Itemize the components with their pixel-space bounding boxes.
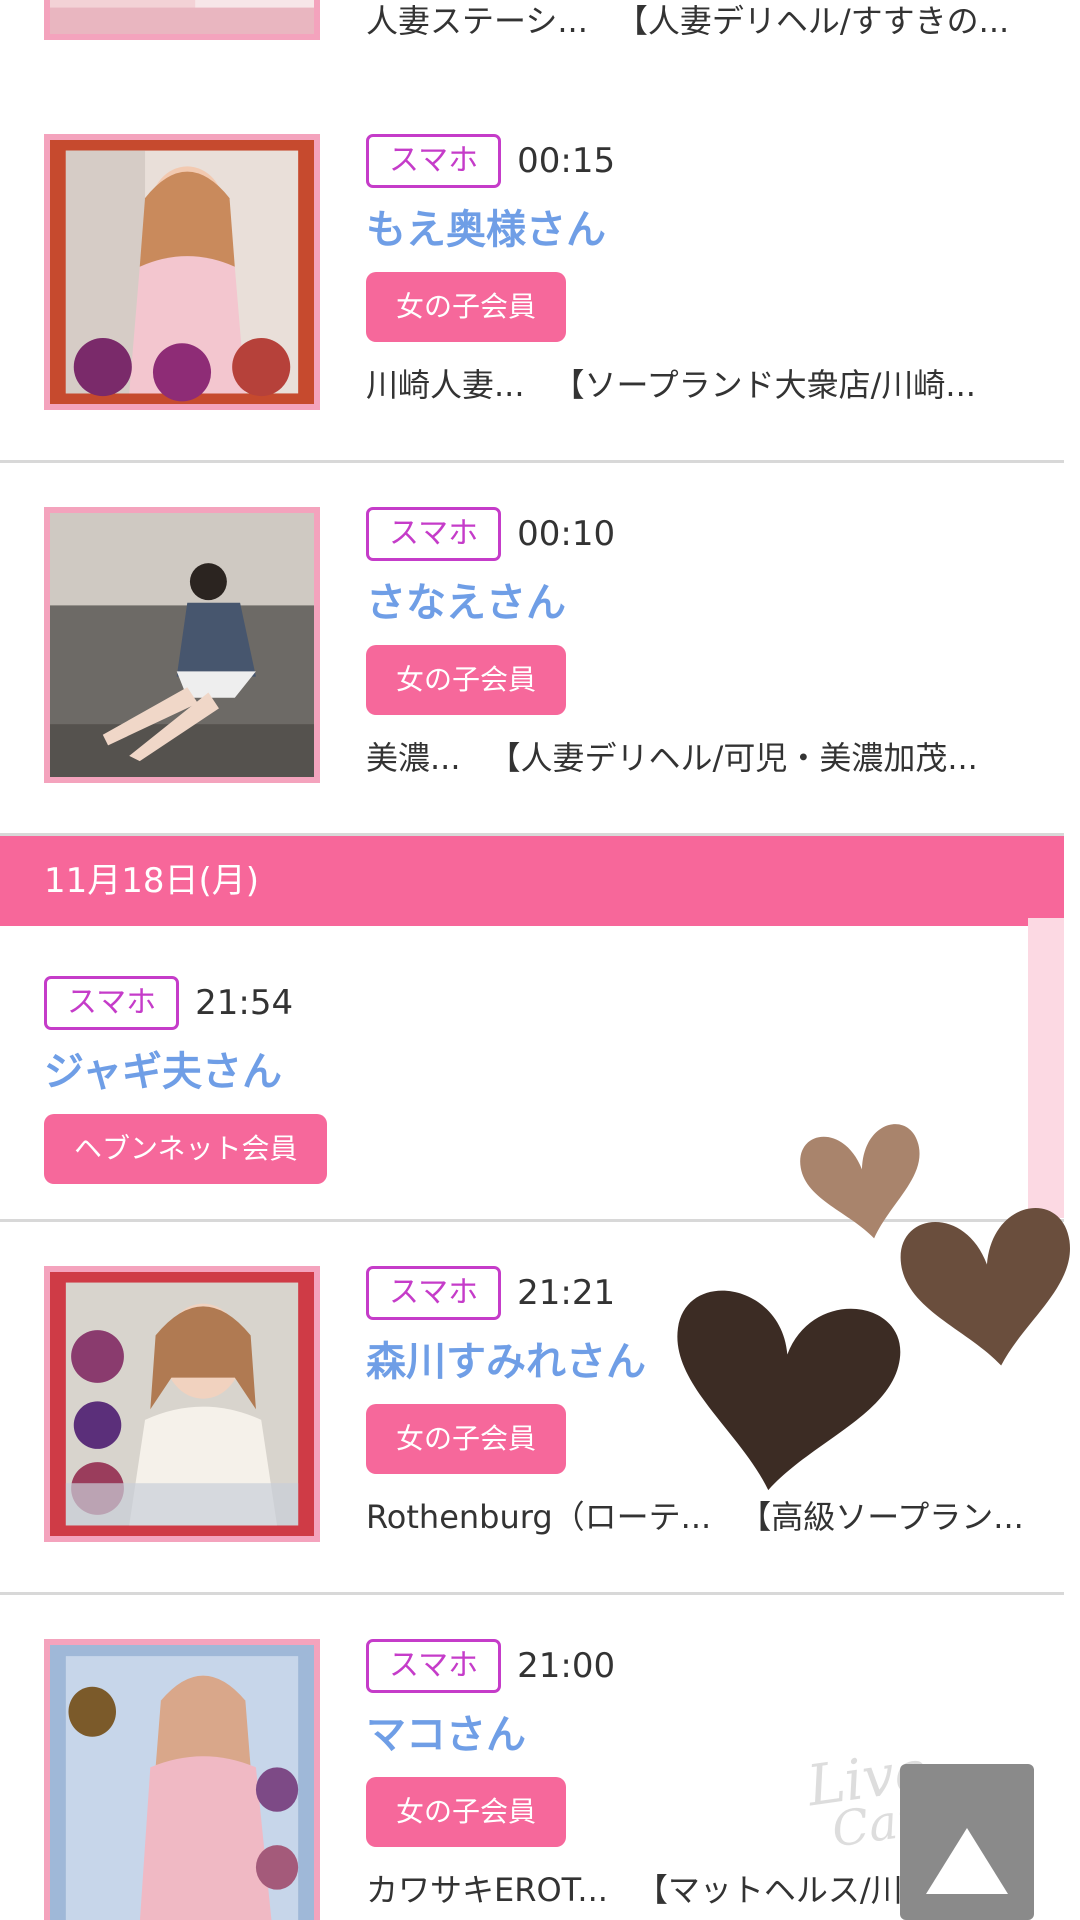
entry-info: スマホ 00:10 さなえさん 女の子会員 美濃... 【人妻デリヘル/可児・美濃…: [366, 507, 1044, 779]
entry-meta: スマホ 21:54: [44, 976, 1044, 1030]
area-text[interactable]: 美濃...: [366, 739, 461, 777]
entry-meta: スマホ 21:21: [366, 1266, 1044, 1320]
list-item[interactable]: スマホ 00:15 もえ奥様さん 女の子会員 川崎人妻... 【ソープランド大衆店…: [0, 90, 1064, 463]
profile-thumbnail[interactable]: [44, 1266, 320, 1542]
access-time: 21:21: [517, 1273, 616, 1313]
page: 人妻ステーシ... 【人妻デリヘル/すすきの... スマホ 00:15 もえ奥様…: [0, 0, 1080, 1920]
access-time: 21:54: [195, 983, 294, 1023]
device-badge: スマホ: [366, 507, 502, 561]
shop-line: Rothenburg（ローテ... 【高級ソープラン...: [366, 1492, 1044, 1538]
device-badge: スマホ: [366, 1639, 502, 1693]
entry-meta: スマホ 00:10: [366, 507, 1044, 561]
profile-name-link[interactable]: 森川すみれさん: [366, 1334, 1044, 1390]
profile-name-link[interactable]: もえ奥様さん: [366, 202, 1044, 258]
date-header: 11月18日(月): [0, 836, 1064, 926]
entry-info: 人妻ステーシ... 【人妻デリヘル/すすきの...: [366, 0, 1044, 42]
shop-line: 人妻ステーシ... 【人妻デリヘル/すすきの...: [366, 0, 1044, 42]
list-item[interactable]: スマホ 00:10 さなえさん 女の子会員 美濃... 【人妻デリヘル/可児・美濃…: [0, 463, 1064, 836]
member-type-badge: 女の子会員: [366, 645, 567, 715]
profile-thumbnail[interactable]: [44, 507, 320, 783]
shop-line: 川崎人妻... 【ソープランド大衆店/川崎...: [366, 360, 1044, 406]
triangle-up-icon: [926, 1828, 1008, 1894]
scroll-to-top-button[interactable]: [900, 1764, 1034, 1920]
shop-line: 美濃... 【人妻デリヘル/可児・美濃加茂...: [366, 733, 1044, 779]
access-time: 21:00: [517, 1646, 616, 1686]
device-badge: スマホ: [44, 976, 180, 1030]
area-text[interactable]: 川崎人妻...: [366, 366, 525, 404]
shop-text[interactable]: 【人妻デリヘル/すすきの...: [616, 2, 1009, 40]
device-badge: スマホ: [366, 134, 502, 188]
area-text[interactable]: カワサキEROT...: [366, 1871, 608, 1909]
list-item[interactable]: スマホ 21:54 ジャギ夫さん ヘブンネット会員: [0, 926, 1064, 1222]
member-type-badge: ヘブンネット会員: [44, 1114, 328, 1184]
shop-text[interactable]: 【ソープランド大衆店/川崎...: [553, 366, 976, 404]
entry-info: スマホ 21:54 ジャギ夫さん ヘブンネット会員: [44, 976, 1044, 1184]
profile-thumbnail[interactable]: [44, 134, 320, 410]
member-type-badge: 女の子会員: [366, 272, 567, 342]
shop-text[interactable]: 【人妻デリヘル/可児・美濃加茂...: [489, 739, 978, 777]
profile-name-link[interactable]: さなえさん: [366, 575, 1044, 631]
profile-thumbnail[interactable]: [44, 0, 320, 40]
device-badge: スマホ: [366, 1266, 502, 1320]
access-time: 00:15: [517, 141, 616, 181]
entry-info: スマホ 21:21 森川すみれさん 女の子会員 Rothenburg（ローテ..…: [366, 1266, 1044, 1538]
area-text[interactable]: 人妻ステーシ...: [366, 2, 588, 40]
entry-meta: スマホ 21:00: [366, 1639, 1044, 1693]
area-text[interactable]: Rothenburg（ローテ...: [366, 1498, 711, 1536]
member-type-badge: 女の子会員: [366, 1404, 567, 1474]
access-time: 00:10: [517, 514, 616, 554]
shop-text[interactable]: 【高級ソープラン...: [739, 1498, 1024, 1536]
profile-thumbnail[interactable]: [44, 1639, 320, 1920]
profile-name-link[interactable]: ジャギ夫さん: [44, 1044, 1044, 1100]
member-type-badge: 女の子会員: [366, 1777, 567, 1847]
entry-info: スマホ 00:15 もえ奥様さん 女の子会員 川崎人妻... 【ソープランド大衆店…: [366, 134, 1044, 406]
list-item[interactable]: スマホ 21:21 森川すみれさん 女の子会員 Rothenburg（ローテ..…: [0, 1222, 1064, 1595]
list-item[interactable]: 人妻ステーシ... 【人妻デリヘル/すすきの...: [0, 0, 1064, 93]
profile-name-link[interactable]: マコさん: [366, 1707, 1044, 1763]
entry-meta: スマホ 00:15: [366, 134, 1044, 188]
side-ribbon: [1028, 918, 1064, 1218]
